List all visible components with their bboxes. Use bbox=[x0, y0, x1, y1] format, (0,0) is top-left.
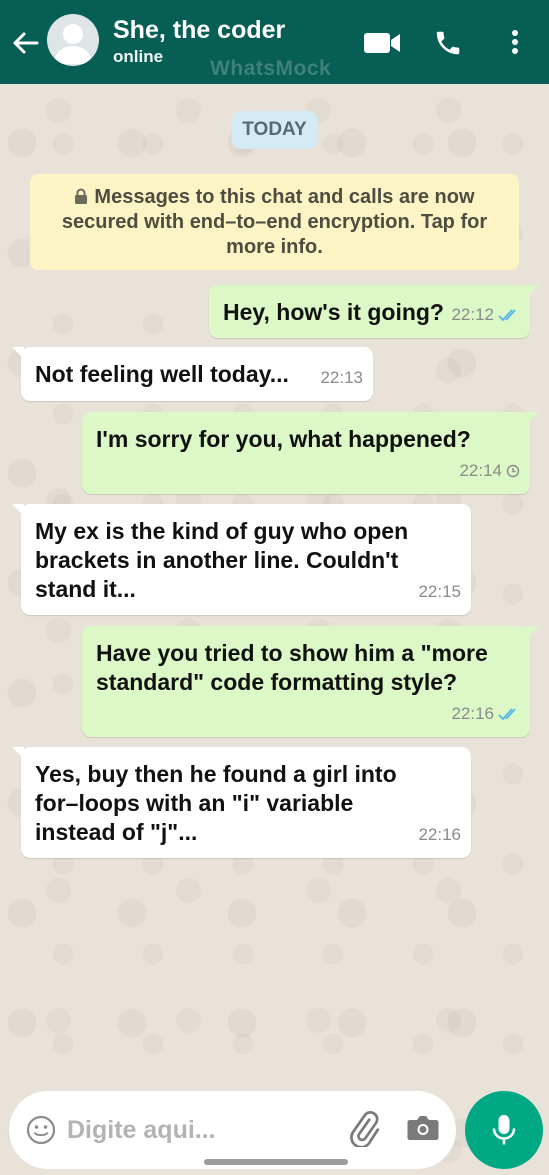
bubble-tail bbox=[12, 504, 24, 516]
message-bubble-outgoing[interactable]: Have you tried to show him a "more stand… bbox=[82, 626, 539, 737]
bubble-tail bbox=[527, 412, 539, 424]
contact-status: online bbox=[113, 47, 164, 66]
app-watermark: WhatsMock bbox=[210, 57, 332, 80]
message-time: 22:14 bbox=[459, 461, 502, 480]
message-time: 22:16 bbox=[418, 825, 461, 844]
bubble-tail bbox=[527, 626, 539, 638]
message-time: 22:12 bbox=[451, 305, 494, 324]
bubble-tail bbox=[12, 347, 24, 359]
message-meta: 22:16 bbox=[418, 820, 461, 849]
message-meta: 22:13 bbox=[320, 363, 363, 392]
double-check-read-icon bbox=[498, 707, 516, 720]
contact-name[interactable]: She, the coder bbox=[113, 16, 285, 45]
voice-message-button[interactable] bbox=[465, 1091, 543, 1169]
message-input[interactable]: Digite aqui... bbox=[67, 1116, 216, 1145]
lock-icon bbox=[75, 188, 88, 204]
home-indicator[interactable] bbox=[204, 1159, 348, 1165]
message-bubble-incoming[interactable]: Not feeling well today... 22:13 bbox=[12, 347, 373, 401]
message-bubble-outgoing[interactable]: Hey, how's it going? 22:12 bbox=[209, 285, 539, 338]
message-bubble-outgoing[interactable]: I'm sorry for you, what happened? 22:14 bbox=[82, 412, 539, 494]
emoji-icon[interactable] bbox=[26, 1115, 56, 1145]
default-avatar-icon bbox=[53, 24, 93, 64]
back-arrow-icon[interactable] bbox=[10, 28, 40, 58]
message-meta: 22:16 bbox=[451, 699, 520, 728]
camera-icon[interactable] bbox=[406, 1113, 440, 1143]
more-options-icon[interactable] bbox=[509, 29, 521, 55]
date-divider: TODAY bbox=[232, 111, 317, 149]
message-time: 22:13 bbox=[320, 368, 363, 387]
message-meta: 22:15 bbox=[418, 577, 461, 606]
message-text: Hey, how's it going? bbox=[223, 299, 444, 325]
message-text: I'm sorry for you, what happened? bbox=[96, 426, 471, 452]
voice-call-icon[interactable] bbox=[433, 28, 463, 58]
message-bubble-incoming[interactable]: My ex is the kind of guy who open bracke… bbox=[12, 504, 471, 615]
microphone-icon bbox=[492, 1115, 516, 1145]
message-meta: 22:14 bbox=[459, 456, 520, 485]
bubble-tail bbox=[527, 285, 539, 297]
encryption-notice[interactable]: Messages to this chat and calls are now … bbox=[30, 174, 519, 270]
message-text: Yes, buy then he found a girl into for–l… bbox=[35, 761, 397, 845]
encryption-notice-text: Messages to this chat and calls are now … bbox=[61, 186, 488, 258]
message-bubble-incoming[interactable]: Yes, buy then he found a girl into for–l… bbox=[12, 747, 471, 858]
message-time: 22:16 bbox=[451, 704, 494, 723]
message-composer[interactable]: Digite aqui... bbox=[9, 1091, 456, 1169]
double-check-read-icon bbox=[498, 308, 516, 321]
chat-header: She, the coder online WhatsMock bbox=[0, 0, 549, 84]
message-text: My ex is the kind of guy who open bracke… bbox=[35, 518, 409, 602]
message-text: Not feeling well today... bbox=[35, 361, 289, 387]
clock-pending-icon bbox=[506, 464, 520, 477]
video-call-icon[interactable] bbox=[363, 31, 401, 55]
message-meta: 22:12 bbox=[451, 300, 520, 329]
message-text: Have you tried to show him a "more stand… bbox=[96, 640, 488, 695]
contact-avatar[interactable] bbox=[47, 14, 99, 66]
message-time: 22:15 bbox=[418, 582, 461, 601]
attachment-icon[interactable] bbox=[346, 1111, 382, 1147]
bubble-tail bbox=[12, 747, 24, 759]
